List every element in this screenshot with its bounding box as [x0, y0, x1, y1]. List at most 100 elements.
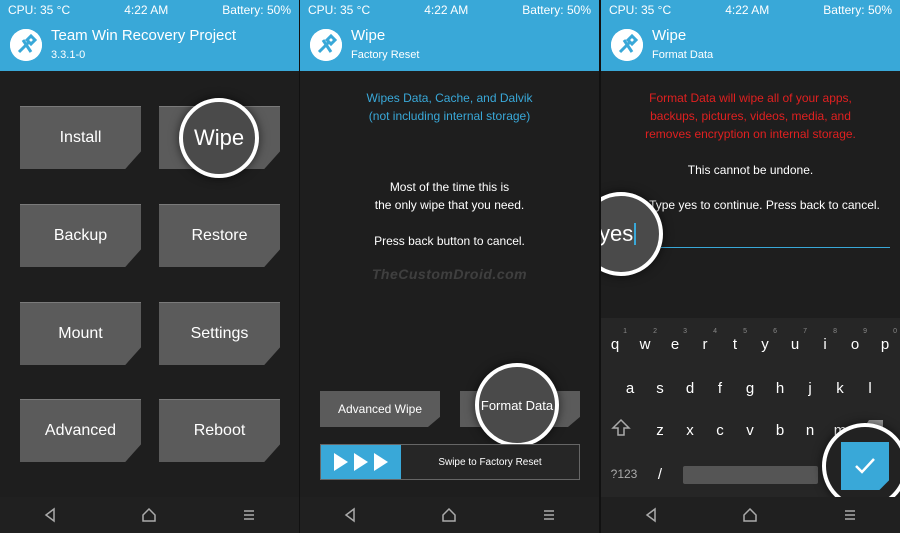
status-bar: CPU: 35 °C 4:22 AM Battery: 50% [300, 0, 599, 20]
key-hint: 5 [743, 328, 747, 335]
menu-icon[interactable] [541, 507, 557, 523]
done-key[interactable] [841, 442, 889, 490]
shift-key[interactable] [609, 418, 633, 442]
screen-subtitle: Format Data [652, 49, 714, 61]
key-d[interactable]: d [678, 380, 702, 397]
app-version: 3.3.1-0 [51, 49, 86, 61]
key-label: r [702, 336, 708, 353]
confirm-input-underline[interactable] [661, 247, 890, 248]
screen-title: Wipe [351, 27, 386, 44]
key-h[interactable]: h [768, 380, 792, 397]
key-i[interactable]: 8i [813, 328, 837, 353]
key-y[interactable]: 6y [753, 328, 777, 353]
key-hint: 1 [623, 328, 627, 335]
clock: 4:22 AM [725, 3, 770, 17]
arrow-right-icon [334, 453, 348, 471]
screen-subtitle: Factory Reset [351, 49, 420, 61]
twrp-logo-icon [10, 29, 42, 61]
key-j[interactable]: j [798, 380, 822, 397]
key-l[interactable]: l [858, 380, 882, 397]
advanced-button[interactable]: Advanced [20, 399, 141, 462]
key-x[interactable]: x [678, 422, 702, 439]
clock: 4:22 AM [424, 3, 469, 17]
wipe-highlight-label: Wipe [193, 125, 245, 150]
warning-line1: Format Data will wipe all of your apps, [649, 91, 852, 105]
key-q[interactable]: 1q [603, 328, 627, 353]
key-g[interactable]: g [738, 380, 762, 397]
checkmark-icon [855, 458, 875, 474]
key-hint: 9 [863, 328, 867, 335]
key-c[interactable]: c [708, 422, 732, 439]
arrow-right-icon [374, 453, 388, 471]
home-icon[interactable] [742, 507, 758, 523]
key-t[interactable]: 5t [723, 328, 747, 353]
key-s[interactable]: s [648, 380, 672, 397]
type-yes-prompt: Type yes to continue. Press back to canc… [649, 198, 880, 212]
key-label: i [823, 336, 827, 353]
key-label: w [639, 336, 651, 353]
back-icon[interactable] [643, 507, 659, 523]
swipe-handle[interactable] [321, 445, 401, 479]
shift-arrow-icon [611, 418, 631, 436]
restore-button[interactable]: Restore [159, 204, 280, 267]
back-icon[interactable] [342, 507, 358, 523]
key-label: t [732, 336, 738, 353]
key-w[interactable]: 2w [633, 328, 657, 353]
key-k[interactable]: k [828, 380, 852, 397]
swipe-to-factory-reset-slider[interactable]: Swipe to Factory Reset [320, 444, 580, 480]
space-key[interactable] [683, 466, 818, 484]
screen-title: Wipe [652, 27, 687, 44]
key-label: e [670, 336, 680, 353]
format-data-screen: CPU: 35 °C 4:22 AM Battery: 50% Wipe For… [601, 0, 900, 533]
body-text-line3: Press back button to cancel. [374, 234, 525, 248]
backup-button[interactable]: Backup [20, 204, 141, 267]
swipe-label: Swipe to Factory Reset [438, 456, 542, 468]
key-f[interactable]: f [708, 380, 732, 397]
factory-reset-screen: CPU: 35 °C 4:22 AM Battery: 50% Wipe Fac… [300, 0, 599, 533]
mount-button[interactable]: Mount [20, 302, 141, 365]
format-data-highlight-circle[interactable]: Format Data [475, 363, 559, 447]
key-hint: 3 [683, 328, 687, 335]
settings-button[interactable]: Settings [159, 302, 280, 365]
text-cursor [634, 223, 637, 245]
reboot-button[interactable]: Reboot [159, 399, 280, 462]
slash-key[interactable]: / [648, 466, 672, 483]
arrow-right-icon [354, 453, 368, 471]
key-label: y [761, 336, 769, 353]
header-bar: Wipe Factory Reset [300, 20, 599, 71]
app-title: Team Win Recovery Project [51, 27, 237, 44]
battery-level: Battery: 50% [222, 3, 291, 17]
key-label: q [610, 336, 620, 353]
key-z[interactable]: z [648, 422, 672, 439]
key-v[interactable]: v [738, 422, 762, 439]
key-a[interactable]: a [618, 380, 642, 397]
cpu-temp: CPU: 35 °C [8, 3, 71, 17]
body-text-line1: Most of the time this is [389, 180, 510, 194]
symbols-key[interactable]: ?123 [607, 467, 641, 481]
main-menu-screen: CPU: 35 °C 4:22 AM Battery: 50% Team Win… [0, 0, 299, 533]
menu-icon[interactable] [842, 507, 858, 523]
key-n[interactable]: n [798, 422, 822, 439]
status-bar: CPU: 35 °C 4:22 AM Battery: 50% [0, 0, 299, 20]
key-p[interactable]: 0p [873, 328, 897, 353]
advanced-wipe-button[interactable]: Advanced Wipe [320, 391, 440, 427]
key-label: u [790, 336, 800, 353]
twrp-logo-icon [611, 29, 643, 61]
key-e[interactable]: 3e [663, 328, 687, 353]
key-o[interactable]: 9o [843, 328, 867, 353]
wipe-highlight-circle[interactable]: Wipe [179, 98, 259, 178]
status-bar: CPU: 35 °C 4:22 AM Battery: 50% [601, 0, 900, 20]
home-icon[interactable] [441, 507, 457, 523]
wipe-info-line2: (not including internal storage) [368, 109, 531, 123]
home-icon[interactable] [141, 507, 157, 523]
key-r[interactable]: 4r [693, 328, 718, 353]
cannot-undo-text: This cannot be undone. [687, 163, 814, 177]
install-button[interactable]: Install [20, 106, 141, 169]
key-b[interactable]: b [768, 422, 792, 439]
menu-icon[interactable] [241, 507, 257, 523]
key-u[interactable]: 7u [783, 328, 807, 353]
clock: 4:22 AM [124, 3, 169, 17]
key-hint: 8 [833, 328, 837, 335]
back-icon[interactable] [42, 507, 58, 523]
battery-level: Battery: 50% [522, 3, 591, 17]
